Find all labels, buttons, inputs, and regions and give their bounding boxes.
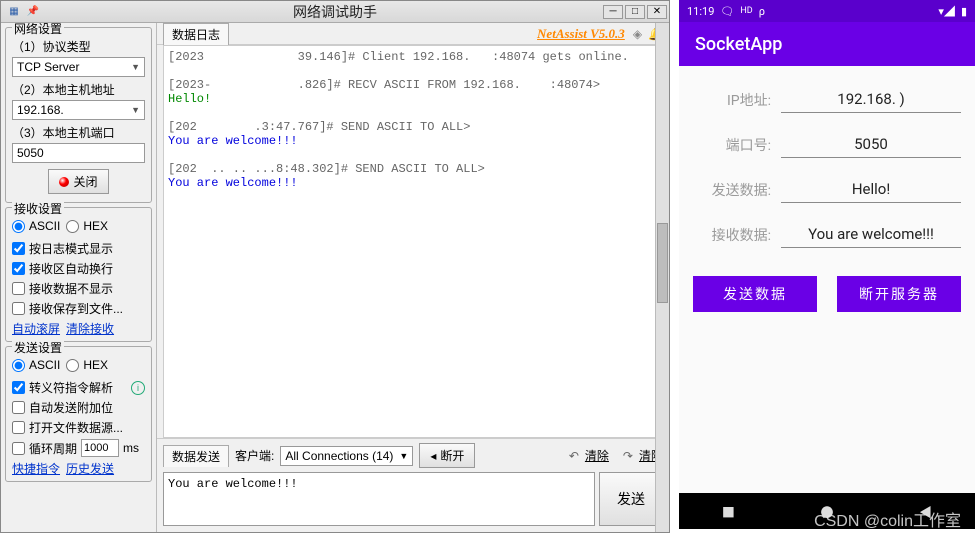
status-icon: ρ	[759, 5, 765, 18]
send-label: 发送数据:	[693, 180, 771, 200]
android-navbar: ■ ● ◀	[679, 493, 975, 529]
disconnect-server-button[interactable]: 断开服务器	[837, 276, 961, 312]
port-field[interactable]: 5050	[781, 131, 961, 158]
recv-opt-1[interactable]: 接收区自动换行	[12, 260, 145, 277]
app-icon: ▦	[5, 3, 23, 21]
log-line	[168, 106, 658, 120]
auto-scroll-link[interactable]: 自动滚屏	[12, 320, 60, 337]
recv-settings-group: 接收设置 ASCII HEX 按日志模式显示 接收区自动换行 接收数据不显示 接…	[5, 207, 152, 342]
ip-label: IP地址:	[693, 90, 771, 110]
netassist-window: ▦ 网络调试助手 📌 ─ □ ✕ 网络设置 （1）协议类型 TCP Server…	[0, 0, 670, 533]
diamond-icon[interactable]: ◈	[633, 27, 642, 41]
nav-recent-icon[interactable]: ■	[722, 502, 735, 521]
record-icon	[59, 177, 69, 187]
recv-legend: 接收设置	[12, 200, 64, 217]
status-icon: HD	[740, 6, 752, 16]
window-title: 网络调试助手	[293, 2, 377, 22]
port-label: （3）本地主机端口	[12, 124, 145, 141]
sidebar: 网络设置 （1）协议类型 TCP Server▼ （2）本地主机地址 192.1…	[1, 23, 157, 532]
client-label: 客户端:	[235, 447, 274, 464]
log-header: 数据日志 NetAssist V5.0.3 ◈ 🔔	[157, 23, 669, 45]
proto-combo[interactable]: TCP Server▼	[12, 57, 145, 77]
wifi-icon: ▾◢	[938, 3, 955, 19]
close-window-button[interactable]: ✕	[647, 5, 667, 19]
proto-label: （1）协议类型	[12, 38, 145, 55]
app-title: SocketApp	[695, 34, 782, 55]
log-line: [2023- .826]# RECV ASCII FROM 192.168. :…	[168, 78, 658, 92]
ip-field[interactable]: 192.168. )	[781, 86, 961, 113]
send-settings-group: 发送设置 ASCII HEX 转义符指令解析i 自动发送附加位 打开文件数据源.…	[5, 346, 152, 482]
send-ascii-radio[interactable]: ASCII	[12, 358, 60, 372]
recv-opt-0[interactable]: 按日志模式显示	[12, 240, 145, 257]
nav-home-icon[interactable]: ●	[820, 502, 833, 521]
network-legend: 网络设置	[12, 23, 64, 37]
send-opt-2[interactable]: 打开文件数据源...	[12, 419, 145, 436]
log-line: You are welcome!!!	[168, 134, 658, 148]
port-label: 端口号:	[693, 135, 771, 155]
recv-label: 接收数据:	[693, 225, 771, 245]
cycle-row[interactable]: 循环周期 ms	[12, 439, 145, 457]
minimize-button[interactable]: ─	[603, 5, 623, 19]
chevron-down-icon: ▼	[399, 451, 408, 461]
send-data-button[interactable]: 发送数据	[693, 276, 817, 312]
chevron-down-icon: ▼	[131, 62, 140, 72]
vertical-scrollbar[interactable]	[655, 23, 669, 532]
undo-icon[interactable]: ↶	[569, 449, 579, 463]
log-line	[168, 148, 658, 162]
nav-back-icon[interactable]: ◀	[919, 502, 932, 521]
connections-combo[interactable]: All Connections (14)▼	[280, 446, 413, 466]
send-tab[interactable]: 数据发送	[163, 445, 229, 467]
recv-opt-2[interactable]: 接收数据不显示	[12, 280, 145, 297]
send-hex-radio[interactable]: HEX	[66, 358, 108, 372]
history-link[interactable]: 历史发送	[66, 460, 114, 477]
log-tab[interactable]: 数据日志	[163, 23, 229, 45]
shortcut-link[interactable]: 快捷指令	[12, 460, 60, 477]
send-field[interactable]: Hello!	[781, 176, 961, 203]
log-line: [202 .. .. ...8:48.302]# SEND ASCII TO A…	[168, 162, 658, 176]
recv-opt-3[interactable]: 接收保存到文件...	[12, 300, 145, 317]
scrollbar-thumb[interactable]	[657, 223, 668, 303]
log-line: [2023 39.146]# Client 192.168. :48074 ge…	[168, 50, 658, 64]
maximize-button[interactable]: □	[625, 5, 645, 19]
main-area: 数据日志 NetAssist V5.0.3 ◈ 🔔 [2023 39.146]#…	[157, 23, 669, 532]
log-line: You are welcome!!!	[168, 176, 658, 190]
brand-label[interactable]: NetAssist V5.0.3	[537, 26, 625, 42]
chevron-down-icon: ▼	[131, 105, 140, 115]
form: IP地址: 192.168. ) 端口号: 5050 发送数据: Hello! …	[679, 66, 975, 248]
battery-icon: ▮	[961, 5, 967, 18]
send-toolbar: 数据发送 客户端: All Connections (14)▼ ◂断开 ↶ 清除…	[157, 438, 669, 472]
cycle-input[interactable]	[81, 439, 119, 457]
status-icon: 🗨	[720, 5, 734, 18]
send-opt-1[interactable]: 自动发送附加位	[12, 399, 145, 416]
send-legend: 发送设置	[12, 339, 64, 356]
android-statusbar: 11:19 🗨 HD ρ ▾◢ ▮	[679, 0, 975, 22]
host-combo[interactable]: 192.168.▼	[12, 100, 145, 120]
host-label: （2）本地主机地址	[12, 81, 145, 98]
recv-field[interactable]: You are welcome!!!	[781, 221, 961, 248]
log-line: [202 .3:47.767]# SEND ASCII TO ALL>	[168, 120, 658, 134]
network-settings-group: 网络设置 （1）协议类型 TCP Server▼ （2）本地主机地址 192.1…	[5, 27, 152, 203]
send-button[interactable]: 发送	[599, 472, 663, 526]
log-textarea[interactable]: [2023 39.146]# Client 192.168. :48074 ge…	[163, 45, 663, 438]
close-connection-button[interactable]: 关闭	[48, 169, 108, 194]
port-input[interactable]	[12, 143, 145, 163]
send-input[interactable]: You are welcome!!!	[163, 472, 595, 526]
clear-recv-link[interactable]: 清除接收	[66, 320, 114, 337]
disconnect-button[interactable]: ◂断开	[419, 443, 475, 468]
recv-hex-radio[interactable]: HEX	[66, 219, 108, 233]
redo-icon[interactable]: ↷	[623, 449, 633, 463]
info-icon[interactable]: i	[131, 381, 145, 395]
clock: 11:19	[687, 5, 714, 18]
log-line	[168, 64, 658, 78]
clear-link-1[interactable]: 清除	[585, 447, 609, 464]
app-bar: SocketApp	[679, 22, 975, 66]
log-line: Hello!	[168, 92, 658, 106]
titlebar[interactable]: ▦ 网络调试助手 📌 ─ □ ✕	[1, 1, 669, 23]
recv-ascii-radio[interactable]: ASCII	[12, 219, 60, 233]
send-opt-0[interactable]: 转义符指令解析i	[12, 379, 145, 396]
phone-screen: 11:19 🗨 HD ρ ▾◢ ▮ SocketApp IP地址: 192.16…	[679, 0, 975, 529]
pin-icon[interactable]: 📌	[23, 5, 43, 19]
